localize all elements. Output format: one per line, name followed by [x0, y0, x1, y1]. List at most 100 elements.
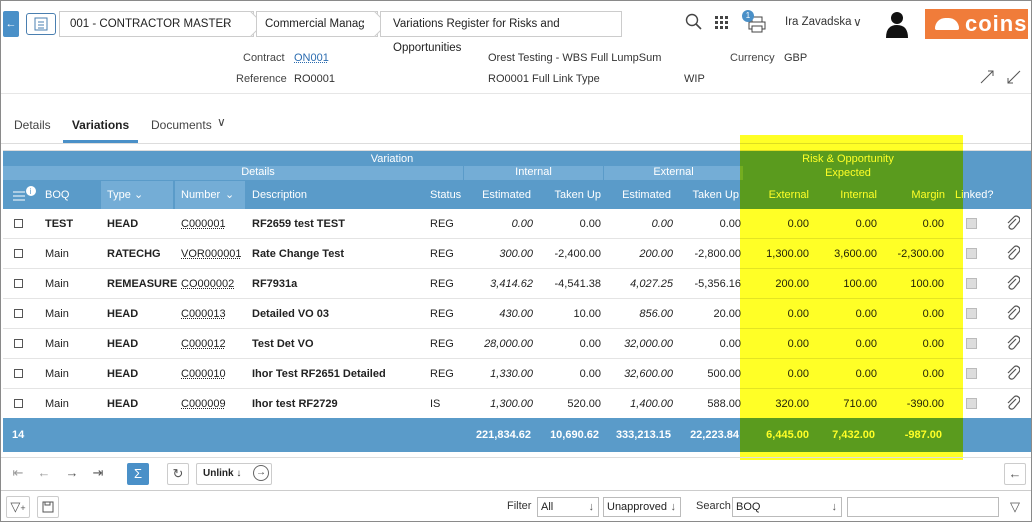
avatar[interactable]: [885, 10, 909, 41]
save-icon[interactable]: [37, 496, 59, 518]
cell-number[interactable]: C000001: [181, 218, 226, 230]
chevron-down-icon[interactable]: ⌄: [134, 188, 143, 201]
tab-variations[interactable]: Variations: [63, 118, 138, 143]
search-field-select[interactable]: BOQ ↓: [732, 497, 842, 517]
cell-number[interactable]: CO000002: [181, 278, 234, 290]
column-header-external-taken-up[interactable]: Taken Up: [671, 189, 739, 201]
status-value: WIP: [684, 73, 705, 85]
chevron-down-icon[interactable]: ↓: [832, 498, 838, 516]
table-row[interactable]: Main HEAD C000013 Detailed VO 03 REG 430.00 10…: [3, 299, 1031, 329]
status-select[interactable]: Unapproved ↓: [603, 497, 681, 517]
cell-number[interactable]: C000013: [181, 308, 226, 320]
breadcrumb-company[interactable]: 001 - CONTRACTOR MASTER ↓: [59, 11, 264, 37]
table-row[interactable]: Main HEAD C000012 Test Det VO REG 28,000.00 0.…: [3, 329, 1031, 359]
linked-checkbox[interactable]: [966, 308, 977, 319]
linked-checkbox[interactable]: [966, 398, 977, 409]
back-icon[interactable]: ←: [3, 11, 19, 37]
cell-external-taken-up: -2,800.00: [694, 248, 741, 260]
row-checkbox[interactable]: [14, 249, 23, 258]
chevron-down-icon[interactable]: ↓: [589, 498, 595, 516]
search-icon[interactable]: [685, 13, 703, 35]
table-row[interactable]: Main HEAD C000009 Ihor test RF2729 IS 1,300.0…: [3, 389, 1031, 419]
chevron-down-icon[interactable]: ↓: [236, 468, 241, 479]
linked-checkbox[interactable]: [966, 248, 977, 259]
refresh-icon[interactable]: ↻: [167, 463, 189, 485]
chevron-down-icon[interactable]: ↓: [671, 498, 677, 516]
filter-label: Filter: [507, 500, 532, 512]
column-header-ro-margin[interactable]: Margin: [877, 189, 945, 201]
attachment-icon[interactable]: [1006, 335, 1021, 354]
attachment-icon[interactable]: [1006, 365, 1021, 384]
chevron-down-icon[interactable]: ↓: [222, 12, 228, 36]
attachment-icon[interactable]: [1006, 215, 1021, 234]
last-page-icon[interactable]: ⇥: [87, 463, 109, 485]
column-header-internal-taken-up[interactable]: Taken Up: [533, 189, 601, 201]
linked-checkbox[interactable]: [966, 368, 977, 379]
chevron-down-icon[interactable]: ∨: [217, 115, 226, 129]
table-row[interactable]: TEST HEAD C000001 RF2659 test TEST REG 0.00 0.…: [3, 209, 1031, 239]
list-view-icon[interactable]: [26, 13, 56, 35]
row-checkbox[interactable]: [14, 309, 23, 318]
linked-checkbox[interactable]: [966, 218, 977, 229]
total-external-taken-up: 22,223.84: [690, 429, 739, 441]
next-page-icon[interactable]: →: [61, 463, 83, 485]
cell-boq: Main: [45, 398, 69, 410]
column-header-boq[interactable]: BOQ: [45, 189, 69, 201]
column-header-status[interactable]: Status: [430, 189, 461, 201]
table-row[interactable]: Main HEAD C000010 Ihor Test RF2651 Detailed…: [3, 359, 1031, 389]
row-checkbox[interactable]: [14, 339, 23, 348]
filter-select[interactable]: All ↓: [537, 497, 599, 517]
table-row[interactable]: Main REMEASURE CO000002 RF7931a REG 3,414.62 -…: [3, 269, 1031, 299]
column-header-description[interactable]: Description: [252, 189, 307, 201]
first-page-icon[interactable]: ⇤: [7, 463, 29, 485]
breadcrumb-module[interactable]: Commercial Manager: [256, 11, 388, 37]
cell-number[interactable]: C000009: [181, 398, 226, 410]
user-name[interactable]: Ira Zavadska: [785, 16, 851, 28]
grid-toolbar: ⇤ ← → ⇥ Σ ↻ Unlink ↓ → ←: [1, 457, 1031, 487]
collapse-panel-icon[interactable]: ←: [1004, 463, 1026, 485]
row-checkbox[interactable]: [14, 219, 23, 228]
tab-details[interactable]: Details: [14, 118, 51, 132]
search-input[interactable]: [847, 497, 999, 517]
filter-icon[interactable]: ▽: [1010, 499, 1020, 515]
attachment-icon[interactable]: [1006, 395, 1021, 414]
linked-checkbox[interactable]: [966, 338, 977, 349]
row-checkbox[interactable]: [14, 279, 23, 288]
cell-number[interactable]: C000012: [181, 338, 226, 350]
cell-number[interactable]: VOR000001: [181, 248, 242, 260]
tab-documents[interactable]: Documents: [151, 118, 212, 132]
attachment-icon[interactable]: [1006, 245, 1021, 264]
collapse-icon[interactable]: [1006, 69, 1022, 88]
cell-number[interactable]: C000010: [181, 368, 226, 380]
chevron-down-icon[interactable]: ∨: [853, 15, 862, 29]
linked-checkbox[interactable]: [966, 278, 977, 289]
unlink-button[interactable]: Unlink ↓ →: [196, 463, 272, 485]
attachment-icon[interactable]: [1006, 275, 1021, 294]
cell-status: REG: [430, 248, 454, 260]
row-checkbox[interactable]: [14, 399, 23, 408]
contract-link[interactable]: ON001: [294, 52, 329, 64]
sum-icon[interactable]: Σ: [127, 463, 149, 485]
cell-external-estimated: 200.00: [639, 248, 673, 260]
column-header-external-estimated[interactable]: Estimated: [603, 189, 671, 201]
arrow-right-circle-icon[interactable]: →: [253, 465, 269, 481]
column-header-internal-estimated[interactable]: Estimated: [463, 189, 531, 201]
cell-external-estimated: 0.00: [651, 218, 673, 230]
row-checkbox[interactable]: [14, 369, 23, 378]
attachment-icon[interactable]: [1006, 305, 1021, 324]
cell-external-estimated: 32,600.00: [624, 368, 673, 380]
column-chooser-icon[interactable]: i: [11, 186, 37, 205]
apps-grid-icon[interactable]: [715, 16, 729, 34]
add-filter-icon[interactable]: ▽+: [6, 496, 30, 518]
total-ro-external: 6,445.00: [766, 429, 809, 441]
column-header-ro-external[interactable]: External: [741, 189, 809, 201]
breadcrumb-page[interactable]: Variations Register for Risks and Opport…: [380, 11, 622, 54]
column-header-type[interactable]: Type: [107, 189, 131, 201]
previous-page-icon[interactable]: ←: [33, 463, 55, 485]
table-row[interactable]: Main RATECHG VOR000001 Rate Change Test REG 3…: [3, 239, 1031, 269]
chevron-down-icon[interactable]: ⌄: [225, 188, 234, 201]
column-header-number[interactable]: Number: [181, 189, 220, 201]
expand-icon[interactable]: [979, 69, 995, 88]
column-header-ro-internal[interactable]: Internal: [809, 189, 877, 201]
column-header-linked[interactable]: Linked?: [955, 189, 994, 201]
